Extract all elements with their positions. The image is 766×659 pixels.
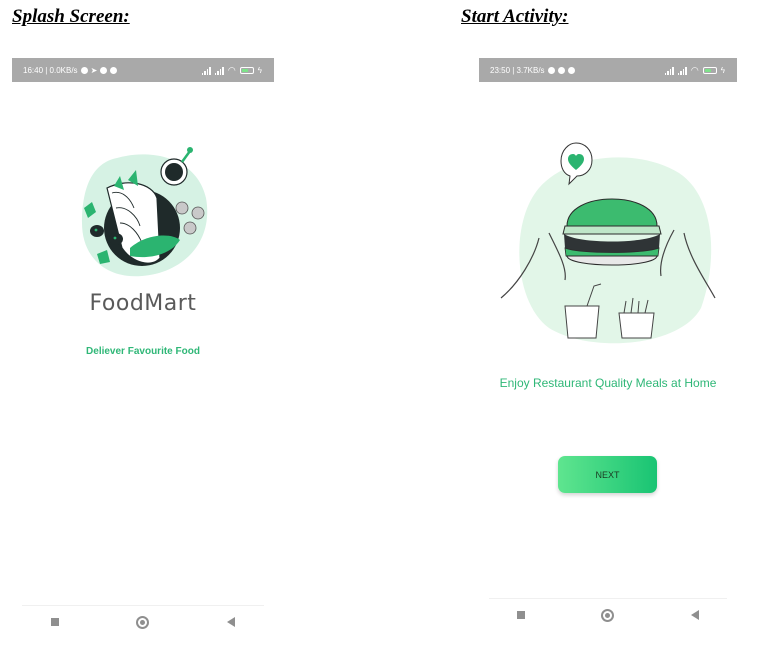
brand-name: FoodMart (89, 291, 197, 316)
splash-screen-caption: Splash Screen: (12, 6, 130, 27)
recents-icon[interactable] (517, 611, 526, 619)
splash-tagline: Deliever Favourite Food (86, 346, 200, 357)
burger-illustration (500, 142, 716, 344)
start-activity-caption: Start Activity: (461, 6, 569, 27)
splash-phone: 16:40 | 0.0KB/s ➤ ◠ ϟ FoodMart Deliever … (12, 58, 274, 636)
recents-icon[interactable] (50, 618, 59, 626)
back-icon[interactable] (690, 610, 699, 620)
start-tagline: Enjoy Restaurant Quality Meals at Home (499, 376, 717, 390)
navigation-bar (479, 608, 737, 622)
start-phone: 23:50 | 3.7KB/s ◠ ϟ Enjoy Restaurant Qua… (479, 58, 737, 636)
home-icon[interactable] (601, 608, 615, 622)
next-button[interactable]: NEXT (558, 456, 657, 493)
navigation-bar (12, 615, 274, 629)
nav-divider (489, 598, 727, 599)
home-icon[interactable] (136, 615, 150, 629)
back-icon[interactable] (227, 617, 236, 627)
nav-divider (22, 605, 264, 606)
